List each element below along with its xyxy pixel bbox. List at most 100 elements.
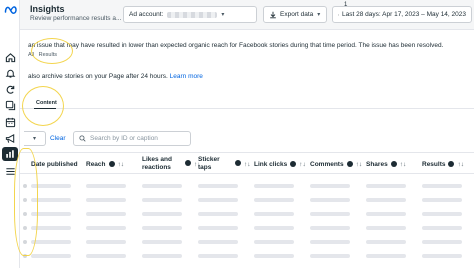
loading-placeholder: [142, 226, 182, 230]
ad-account-selector[interactable]: Ad account: ▾: [123, 6, 257, 23]
loading-placeholder: [422, 198, 462, 202]
page-title: Insights: [30, 4, 65, 14]
info-icon: [390, 160, 397, 167]
sort-icon[interactable]: ↑↓: [118, 161, 125, 168]
loading-placeholder: [86, 184, 126, 188]
loading-placeholder: [31, 240, 71, 244]
loading-placeholder: [86, 254, 126, 258]
sort-icon[interactable]: ↑↓: [194, 161, 201, 168]
date-range-label: Last 28 days: Apr 17, 2023 – May 14, 202…: [342, 11, 466, 18]
info-icon: [346, 160, 353, 167]
table-row: [20, 194, 474, 208]
loading-placeholder: [310, 198, 350, 202]
loading-placeholder: [254, 240, 294, 244]
loading-placeholder: [422, 240, 462, 244]
content-table: Date published Reach ↑↓ Likes and reactio…: [20, 152, 474, 268]
page-subtitle: Review performance results a...: [30, 15, 122, 22]
chevron-down-icon: ▾: [32, 136, 36, 142]
loading-placeholder: [254, 254, 294, 258]
filter-dropdown[interactable]: ▾: [24, 131, 46, 146]
loading-placeholder: [198, 184, 238, 188]
loading-placeholder: [198, 198, 238, 202]
chevron-down-icon: ▾: [317, 12, 321, 18]
learn-more-link[interactable]: Learn more: [170, 73, 203, 80]
loading-placeholder: [142, 254, 182, 258]
sort-icon[interactable]: ↑↓: [244, 161, 251, 168]
loading-placeholder: [86, 240, 126, 244]
redacted-account-name: [167, 11, 218, 18]
page-header: Insights Review performance results a...…: [20, 0, 474, 30]
info-icon: [290, 160, 297, 167]
content-tabbar: Content: [20, 96, 474, 109]
table-row: [20, 236, 474, 250]
date-range-selector[interactable]: Last 28 days: Apr 17, 2023 – May 14, 202…: [332, 6, 472, 23]
loading-placeholder: [198, 226, 238, 230]
info-icon: [108, 160, 115, 167]
highlight-mark: [22, 86, 64, 126]
col-sticker-taps[interactable]: Sticker taps: [198, 156, 220, 172]
loading-placeholder: [142, 184, 182, 188]
col-date-published[interactable]: Date published: [31, 156, 78, 169]
filter-bar: ▾ Clear: [20, 131, 474, 147]
loading-placeholder: [198, 212, 238, 216]
col-comments[interactable]: Comments ↑↓: [310, 156, 362, 169]
bell-icon[interactable]: [5, 68, 16, 79]
export-data-label: Export data: [280, 11, 314, 18]
loading-placeholder: [366, 198, 406, 202]
loading-placeholder: [142, 240, 182, 244]
col-results[interactable]: Results ↑↓: [422, 156, 464, 169]
col-shares[interactable]: Shares ↑↓: [366, 156, 406, 169]
col-likes-and-reactions[interactable]: Likes and reactions: [142, 156, 186, 172]
info-icon: [235, 160, 241, 166]
clear-filters-link[interactable]: Clear: [50, 135, 66, 142]
loading-placeholder: [366, 226, 406, 230]
highlight-mark: [31, 38, 73, 64]
loading-placeholder: [198, 240, 238, 244]
table-header: Date published Reach ↑↓ Likes and reactio…: [20, 152, 474, 174]
archive-text: also archive stories on your Page after …: [28, 73, 168, 80]
col-reach[interactable]: Reach ↑↓: [86, 156, 124, 169]
highlight-mark: [14, 148, 38, 256]
table-row: [20, 208, 474, 222]
meta-logo[interactable]: [4, 5, 18, 15]
ad-account-label: Ad account:: [129, 11, 164, 18]
loading-placeholder: [198, 254, 238, 258]
sort-icon[interactable]: ↑↓: [457, 161, 464, 168]
loading-placeholder: [254, 226, 294, 230]
loading-placeholder: [310, 254, 350, 258]
loading-placeholder: [310, 240, 350, 244]
loading-placeholder: [366, 184, 406, 188]
col-link-clicks[interactable]: Link clicks ↑↓: [254, 156, 306, 169]
loading-placeholder: [310, 212, 350, 216]
home-icon[interactable]: [5, 52, 16, 63]
loading-placeholder: [86, 198, 126, 202]
loading-placeholder: [86, 226, 126, 230]
loading-placeholder: [422, 254, 462, 258]
loading-placeholder: [254, 212, 294, 216]
info-icon: [185, 160, 191, 166]
chevron-down-icon: ▾: [221, 12, 225, 18]
table-row: [20, 222, 474, 236]
loading-placeholder: [422, 226, 462, 230]
sort-icon[interactable]: ↑↓: [356, 161, 363, 168]
loading-placeholder: [310, 226, 350, 230]
loading-placeholder: [310, 184, 350, 188]
loading-placeholder: [31, 254, 71, 258]
loading-placeholder: [254, 184, 294, 188]
search-box[interactable]: [73, 131, 191, 146]
sort-icon[interactable]: ↑↓: [400, 161, 407, 168]
refresh-icon[interactable]: [5, 84, 16, 95]
insights-icon[interactable]: [2, 147, 18, 161]
likes-info: ↑↓: [182, 160, 201, 169]
content-icon[interactable]: [5, 100, 16, 111]
search-input[interactable]: [90, 135, 185, 142]
calendar-icon[interactable]: [5, 117, 16, 128]
archive-notice: also archive stories on your Page after …: [28, 73, 203, 80]
export-data-button[interactable]: Export data ▾: [263, 6, 327, 23]
sort-icon[interactable]: ↑↓: [299, 161, 306, 168]
table-row: [20, 180, 474, 194]
megaphone-icon[interactable]: [5, 133, 16, 144]
loading-placeholder: [422, 184, 462, 188]
loading-placeholder: [254, 198, 294, 202]
loading-placeholder: [366, 240, 406, 244]
